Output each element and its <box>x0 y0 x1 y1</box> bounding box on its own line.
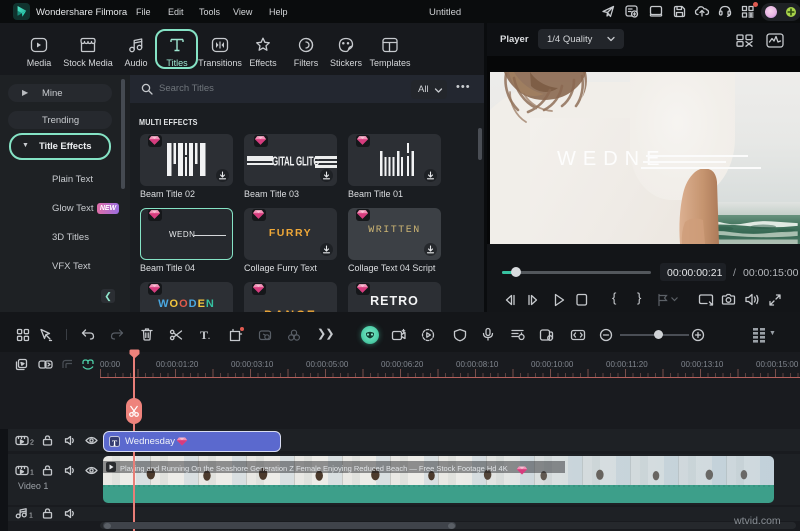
svg-text:1: 1 <box>29 513 33 520</box>
svg-text:1: 1 <box>30 470 34 477</box>
svg-text:2: 2 <box>30 440 34 447</box>
